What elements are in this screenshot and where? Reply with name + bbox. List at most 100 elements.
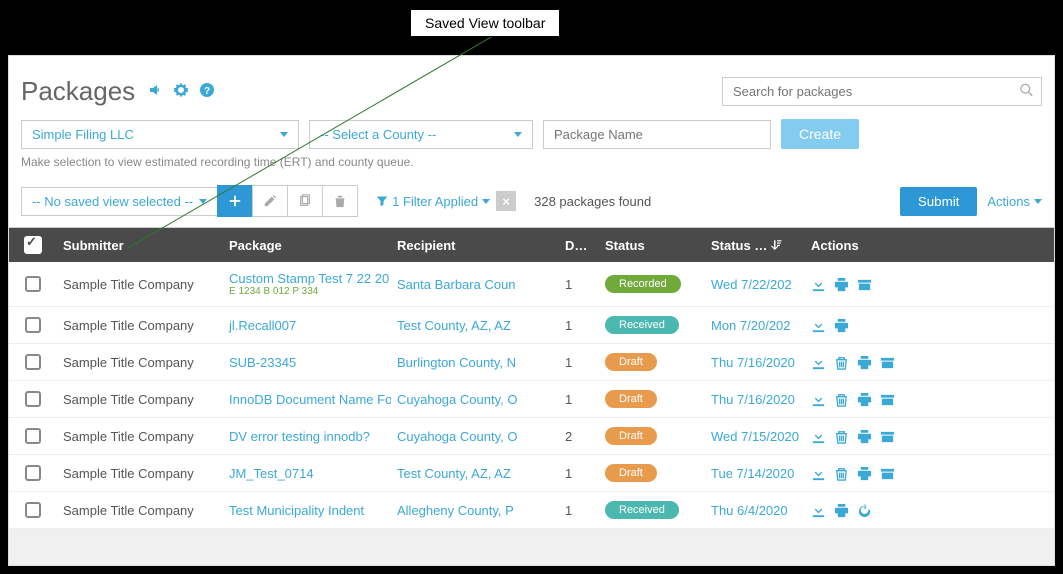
package-link[interactable]: SUB-23345 — [229, 355, 385, 370]
print-icon[interactable] — [857, 466, 872, 481]
delete-view-button[interactable] — [322, 185, 358, 217]
download-icon[interactable] — [811, 318, 826, 333]
col-submitter[interactable]: Submitter — [57, 230, 223, 261]
cell-status: Recorded — [599, 266, 705, 302]
undo-icon[interactable] — [857, 503, 872, 518]
package-link[interactable]: JM_Test_0714 — [229, 466, 385, 481]
row-checkbox[interactable] — [25, 391, 41, 407]
actions-dropdown[interactable]: Actions — [987, 194, 1042, 209]
row-checkbox[interactable] — [25, 317, 41, 333]
filter-icon — [376, 195, 388, 207]
row-checkbox[interactable] — [25, 428, 41, 444]
cell-submitter: Sample Title Company — [57, 420, 223, 453]
create-button[interactable]: Create — [781, 119, 859, 149]
copy-view-button[interactable] — [287, 185, 323, 217]
col-docs[interactable]: D… — [559, 230, 599, 261]
add-view-button[interactable] — [217, 185, 253, 217]
select-all-checkbox[interactable] — [24, 236, 42, 254]
download-icon[interactable] — [811, 503, 826, 518]
callout-label: Saved View toolbar — [410, 9, 560, 37]
status-date-link[interactable]: Wed 7/22/202 — [705, 268, 805, 301]
status-date-link[interactable]: Thu 7/16/2020 — [705, 346, 805, 379]
chevron-down-icon — [280, 132, 288, 137]
print-icon[interactable] — [857, 355, 872, 370]
package-subtext: E 1234 B 012 P 334 — [229, 286, 385, 297]
download-icon[interactable] — [811, 277, 826, 292]
search-box — [722, 77, 1042, 106]
row-checkbox[interactable] — [25, 465, 41, 481]
col-recipient[interactable]: Recipient — [391, 230, 559, 261]
trash-icon[interactable] — [834, 392, 849, 407]
page-title: Packages — [21, 76, 135, 107]
edit-view-button[interactable] — [252, 185, 288, 217]
status-date-link[interactable]: Tue 7/14/2020 — [705, 457, 805, 490]
status-date-link[interactable]: Thu 6/4/2020 — [705, 494, 805, 527]
archive-icon[interactable] — [880, 355, 895, 370]
status-date-link[interactable]: Mon 7/20/202 — [705, 309, 805, 342]
package-link[interactable]: Test Municipality Indent — [229, 503, 385, 518]
archive-icon[interactable] — [857, 277, 872, 292]
cell-actions — [805, 268, 925, 301]
recipient-link[interactable]: Test County, AZ, AZ — [391, 309, 559, 342]
col-package[interactable]: Package — [223, 230, 391, 261]
help-icon[interactable]: ? — [199, 82, 215, 101]
download-icon[interactable] — [811, 429, 826, 444]
cell-docs: 1 — [559, 268, 599, 301]
search-input[interactable] — [722, 77, 1042, 106]
sort-desc-icon — [771, 238, 783, 253]
archive-icon[interactable] — [880, 466, 895, 481]
download-icon[interactable] — [811, 355, 826, 370]
download-icon[interactable] — [811, 392, 826, 407]
recipient-link[interactable]: Cuyahoga County, O — [391, 383, 559, 416]
package-link[interactable]: Custom Stamp Test 7 22 20 — [229, 271, 385, 286]
archive-icon[interactable] — [880, 429, 895, 444]
page-header: Packages ? — [9, 56, 1054, 119]
recipient-link[interactable]: Test County, AZ, AZ — [391, 457, 559, 490]
organization-dropdown[interactable]: Simple Filing LLC — [21, 120, 299, 149]
row-checkbox[interactable] — [25, 502, 41, 518]
app-frame: Packages ? Simple Filing LLC — [8, 55, 1055, 566]
status-badge: Draft — [605, 390, 657, 408]
row-checkbox[interactable] — [25, 276, 41, 292]
cell-submitter: Sample Title Company — [57, 383, 223, 416]
cell-docs: 2 — [559, 420, 599, 453]
row-checkbox[interactable] — [25, 354, 41, 370]
recipient-link[interactable]: Burlington County, N — [391, 346, 559, 379]
saved-view-value: -- No saved view selected -- — [32, 194, 193, 209]
package-link[interactable]: DV error testing innodb? — [229, 429, 385, 444]
cell-package: Custom Stamp Test 7 22 20E 1234 B 012 P … — [223, 262, 391, 306]
cell-submitter: Sample Title Company — [57, 268, 223, 301]
trash-icon[interactable] — [834, 355, 849, 370]
col-actions: Actions — [805, 230, 925, 261]
organization-value: Simple Filing LLC — [32, 127, 134, 142]
recipient-link[interactable]: Santa Barbara Coun — [391, 268, 559, 301]
print-icon[interactable] — [834, 503, 849, 518]
county-dropdown[interactable]: -- Select a County -- — [309, 120, 533, 149]
print-icon[interactable] — [857, 392, 872, 407]
submit-button[interactable]: Submit — [900, 187, 977, 216]
clear-filter-button[interactable]: × — [496, 191, 516, 211]
col-status[interactable]: Status — [599, 230, 705, 261]
search-icon[interactable] — [1020, 83, 1034, 100]
saved-view-dropdown[interactable]: -- No saved view selected -- — [21, 187, 218, 216]
recipient-link[interactable]: Allegheny County, P — [391, 494, 559, 527]
gear-icon[interactable] — [173, 82, 189, 101]
download-icon[interactable] — [811, 466, 826, 481]
status-date-link[interactable]: Thu 7/16/2020 — [705, 383, 805, 416]
archive-icon[interactable] — [880, 392, 895, 407]
package-name-input[interactable] — [543, 120, 771, 149]
trash-icon[interactable] — [834, 466, 849, 481]
print-icon[interactable] — [834, 318, 849, 333]
col-status-date[interactable]: Status … — [705, 230, 805, 261]
package-link[interactable]: jl.Recall007 — [229, 318, 385, 333]
status-date-link[interactable]: Wed 7/15/2020 — [705, 420, 805, 453]
recipient-link[interactable]: Cuyahoga County, O — [391, 420, 559, 453]
package-link[interactable]: InnoDB Document Name Fo — [229, 392, 385, 407]
print-icon[interactable] — [834, 277, 849, 292]
cell-submitter: Sample Title Company — [57, 494, 223, 527]
print-icon[interactable] — [857, 429, 872, 444]
trash-icon[interactable] — [834, 429, 849, 444]
cell-package: InnoDB Document Name Fo — [223, 383, 391, 416]
filter-applied-link[interactable]: 1 Filter Applied — [376, 194, 490, 209]
audio-icon[interactable] — [147, 82, 163, 101]
